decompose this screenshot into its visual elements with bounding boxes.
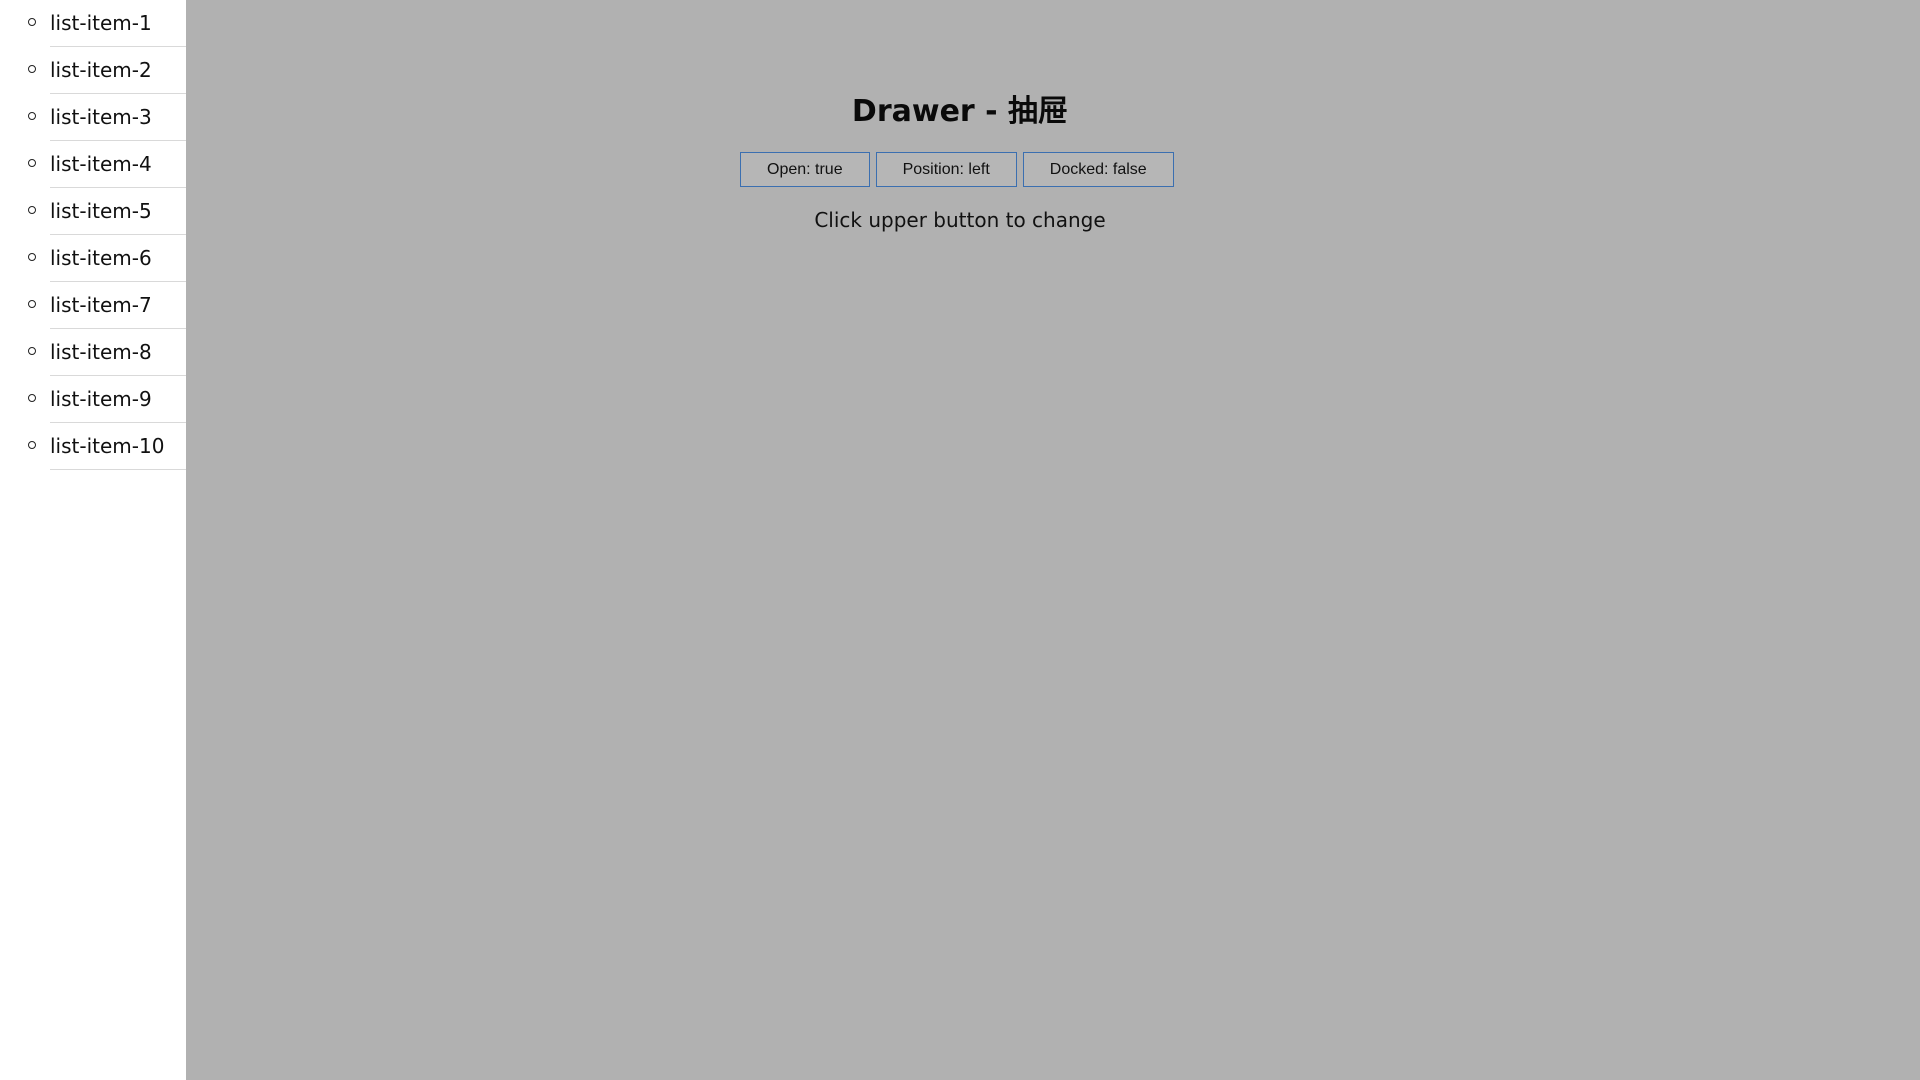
drawer-list: list-item-1 list-item-2 list-item-3 list… <box>0 0 186 470</box>
list-item[interactable]: list-item-2 <box>28 47 186 94</box>
control-buttons: Open: true Position: left Docked: false <box>740 152 1174 187</box>
drawer-overlay[interactable]: Drawer - 抽屉 Open: true Position: left Do… <box>186 0 1920 1080</box>
list-item[interactable]: list-item-10 <box>28 423 186 470</box>
list-item[interactable]: list-item-8 <box>28 329 186 376</box>
hint-text: Click upper button to change <box>814 208 1106 232</box>
page-title: Drawer - 抽屉 <box>851 94 1069 129</box>
circle-bullet-icon <box>28 18 36 26</box>
list-item[interactable]: list-item-5 <box>28 188 186 235</box>
circle-bullet-icon <box>28 300 36 308</box>
circle-bullet-icon <box>28 159 36 167</box>
list-item-label: list-item-1 <box>50 11 152 35</box>
list-item-label: list-item-9 <box>50 387 152 411</box>
list-item-label: list-item-8 <box>50 340 152 364</box>
list-item-label: list-item-5 <box>50 199 152 223</box>
list-item[interactable]: list-item-6 <box>28 235 186 282</box>
list-item-label: list-item-6 <box>50 246 152 270</box>
position-toggle-button[interactable]: Position: left <box>875 152 1017 187</box>
circle-bullet-icon <box>28 394 36 402</box>
list-item-label: list-item-2 <box>50 58 152 82</box>
list-item[interactable]: list-item-7 <box>28 282 186 329</box>
list-item[interactable]: list-item-4 <box>28 141 186 188</box>
drawer-panel: list-item-1 list-item-2 list-item-3 list… <box>0 0 186 1080</box>
circle-bullet-icon <box>28 347 36 355</box>
list-item-label: list-item-3 <box>50 105 152 129</box>
open-toggle-button[interactable]: Open: true <box>740 152 870 187</box>
circle-bullet-icon <box>28 206 36 214</box>
docked-toggle-button[interactable]: Docked: false <box>1022 152 1174 187</box>
circle-bullet-icon <box>28 112 36 120</box>
list-item[interactable]: list-item-9 <box>28 376 186 423</box>
list-item-label: list-item-7 <box>50 293 152 317</box>
circle-bullet-icon <box>28 65 36 73</box>
circle-bullet-icon <box>28 441 36 449</box>
list-item[interactable]: list-item-1 <box>28 0 186 47</box>
circle-bullet-icon <box>28 253 36 261</box>
app-root: list-item-1 list-item-2 list-item-3 list… <box>0 0 1920 1080</box>
list-item-label: list-item-4 <box>50 152 152 176</box>
list-item-label: list-item-10 <box>50 434 165 458</box>
list-item[interactable]: list-item-3 <box>28 94 186 141</box>
